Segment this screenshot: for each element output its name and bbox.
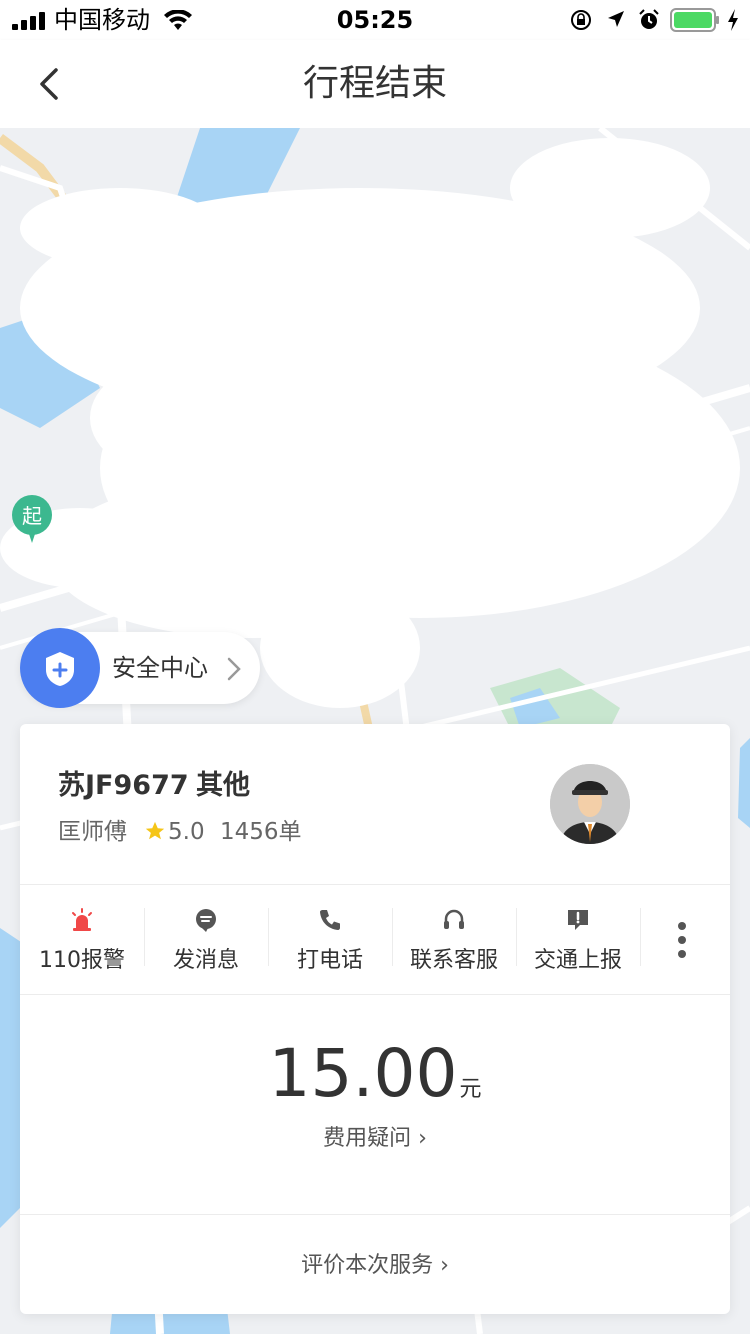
fare-display: 15.00元 [20, 1034, 730, 1114]
fare-question-link[interactable]: 费用疑问 › [20, 1124, 730, 1154]
license-plate: 苏JF9677 [58, 770, 189, 801]
call-label: 打电话 [296, 948, 363, 973]
rotation-lock-icon [571, 10, 591, 30]
contact-support-label: 联系客服 [409, 948, 498, 973]
driver-avatar[interactable] [550, 764, 630, 844]
shield-icon [46, 652, 74, 686]
message-icon [196, 909, 216, 932]
start-marker-label: 起 [22, 504, 42, 528]
driver-rating: 5.0 [168, 819, 205, 845]
traffic-report-label: 交通上报 [533, 948, 622, 973]
traffic-report-button[interactable]: 交通上报 [516, 884, 640, 994]
more-vertical-icon[interactable] [668, 920, 696, 960]
rate-service-link[interactable]: 评价本次服务 › [20, 1250, 730, 1282]
phone-icon [320, 910, 340, 930]
charging-bolt-icon [728, 9, 738, 31]
chevron-right-icon [227, 657, 241, 681]
report-icon [568, 910, 588, 930]
call-button[interactable]: 打电话 [268, 884, 392, 994]
status-bar: 中国移动 05:25 [0, 0, 750, 40]
alarm-clock-icon [639, 9, 659, 29]
fare-amount: 15.00 [268, 1035, 458, 1112]
card-divider [20, 1214, 730, 1215]
trip-summary-card: 苏JF9677 其他 匡师傅 5.0 1456单 110报警 发消息 打电话 联… [20, 724, 730, 1314]
send-message-button[interactable]: 发消息 [144, 884, 268, 994]
battery-icon [670, 8, 719, 32]
car-model: 其他 [196, 770, 250, 801]
action-separator [640, 908, 641, 966]
safety-shield-badge [20, 628, 100, 708]
send-message-label: 发消息 [172, 948, 239, 973]
fare-unit: 元 [459, 1077, 482, 1102]
driver-order-count: 1456单 [220, 819, 302, 845]
location-arrow-icon [608, 11, 624, 27]
alarm-110-label: 110报警 [39, 948, 125, 973]
star-icon [145, 821, 165, 840]
alarm-siren-icon [72, 908, 92, 931]
alarm-110-button[interactable]: 110报警 [20, 884, 144, 994]
card-divider [20, 994, 730, 995]
safety-center-label: 安全中心 [112, 654, 208, 682]
contact-support-button[interactable]: 联系客服 [392, 884, 516, 994]
driver-name: 匡师傅 [58, 819, 127, 845]
page-title: 行程结束 [302, 63, 447, 104]
safety-center-button[interactable]: 安全中心 [20, 628, 260, 708]
nav-bar: 行程结束 [0, 40, 750, 128]
headset-icon [444, 909, 464, 929]
driver-avatar-image [550, 764, 630, 844]
action-bar: 110报警 发消息 打电话 联系客服 交通上报 [20, 884, 730, 994]
